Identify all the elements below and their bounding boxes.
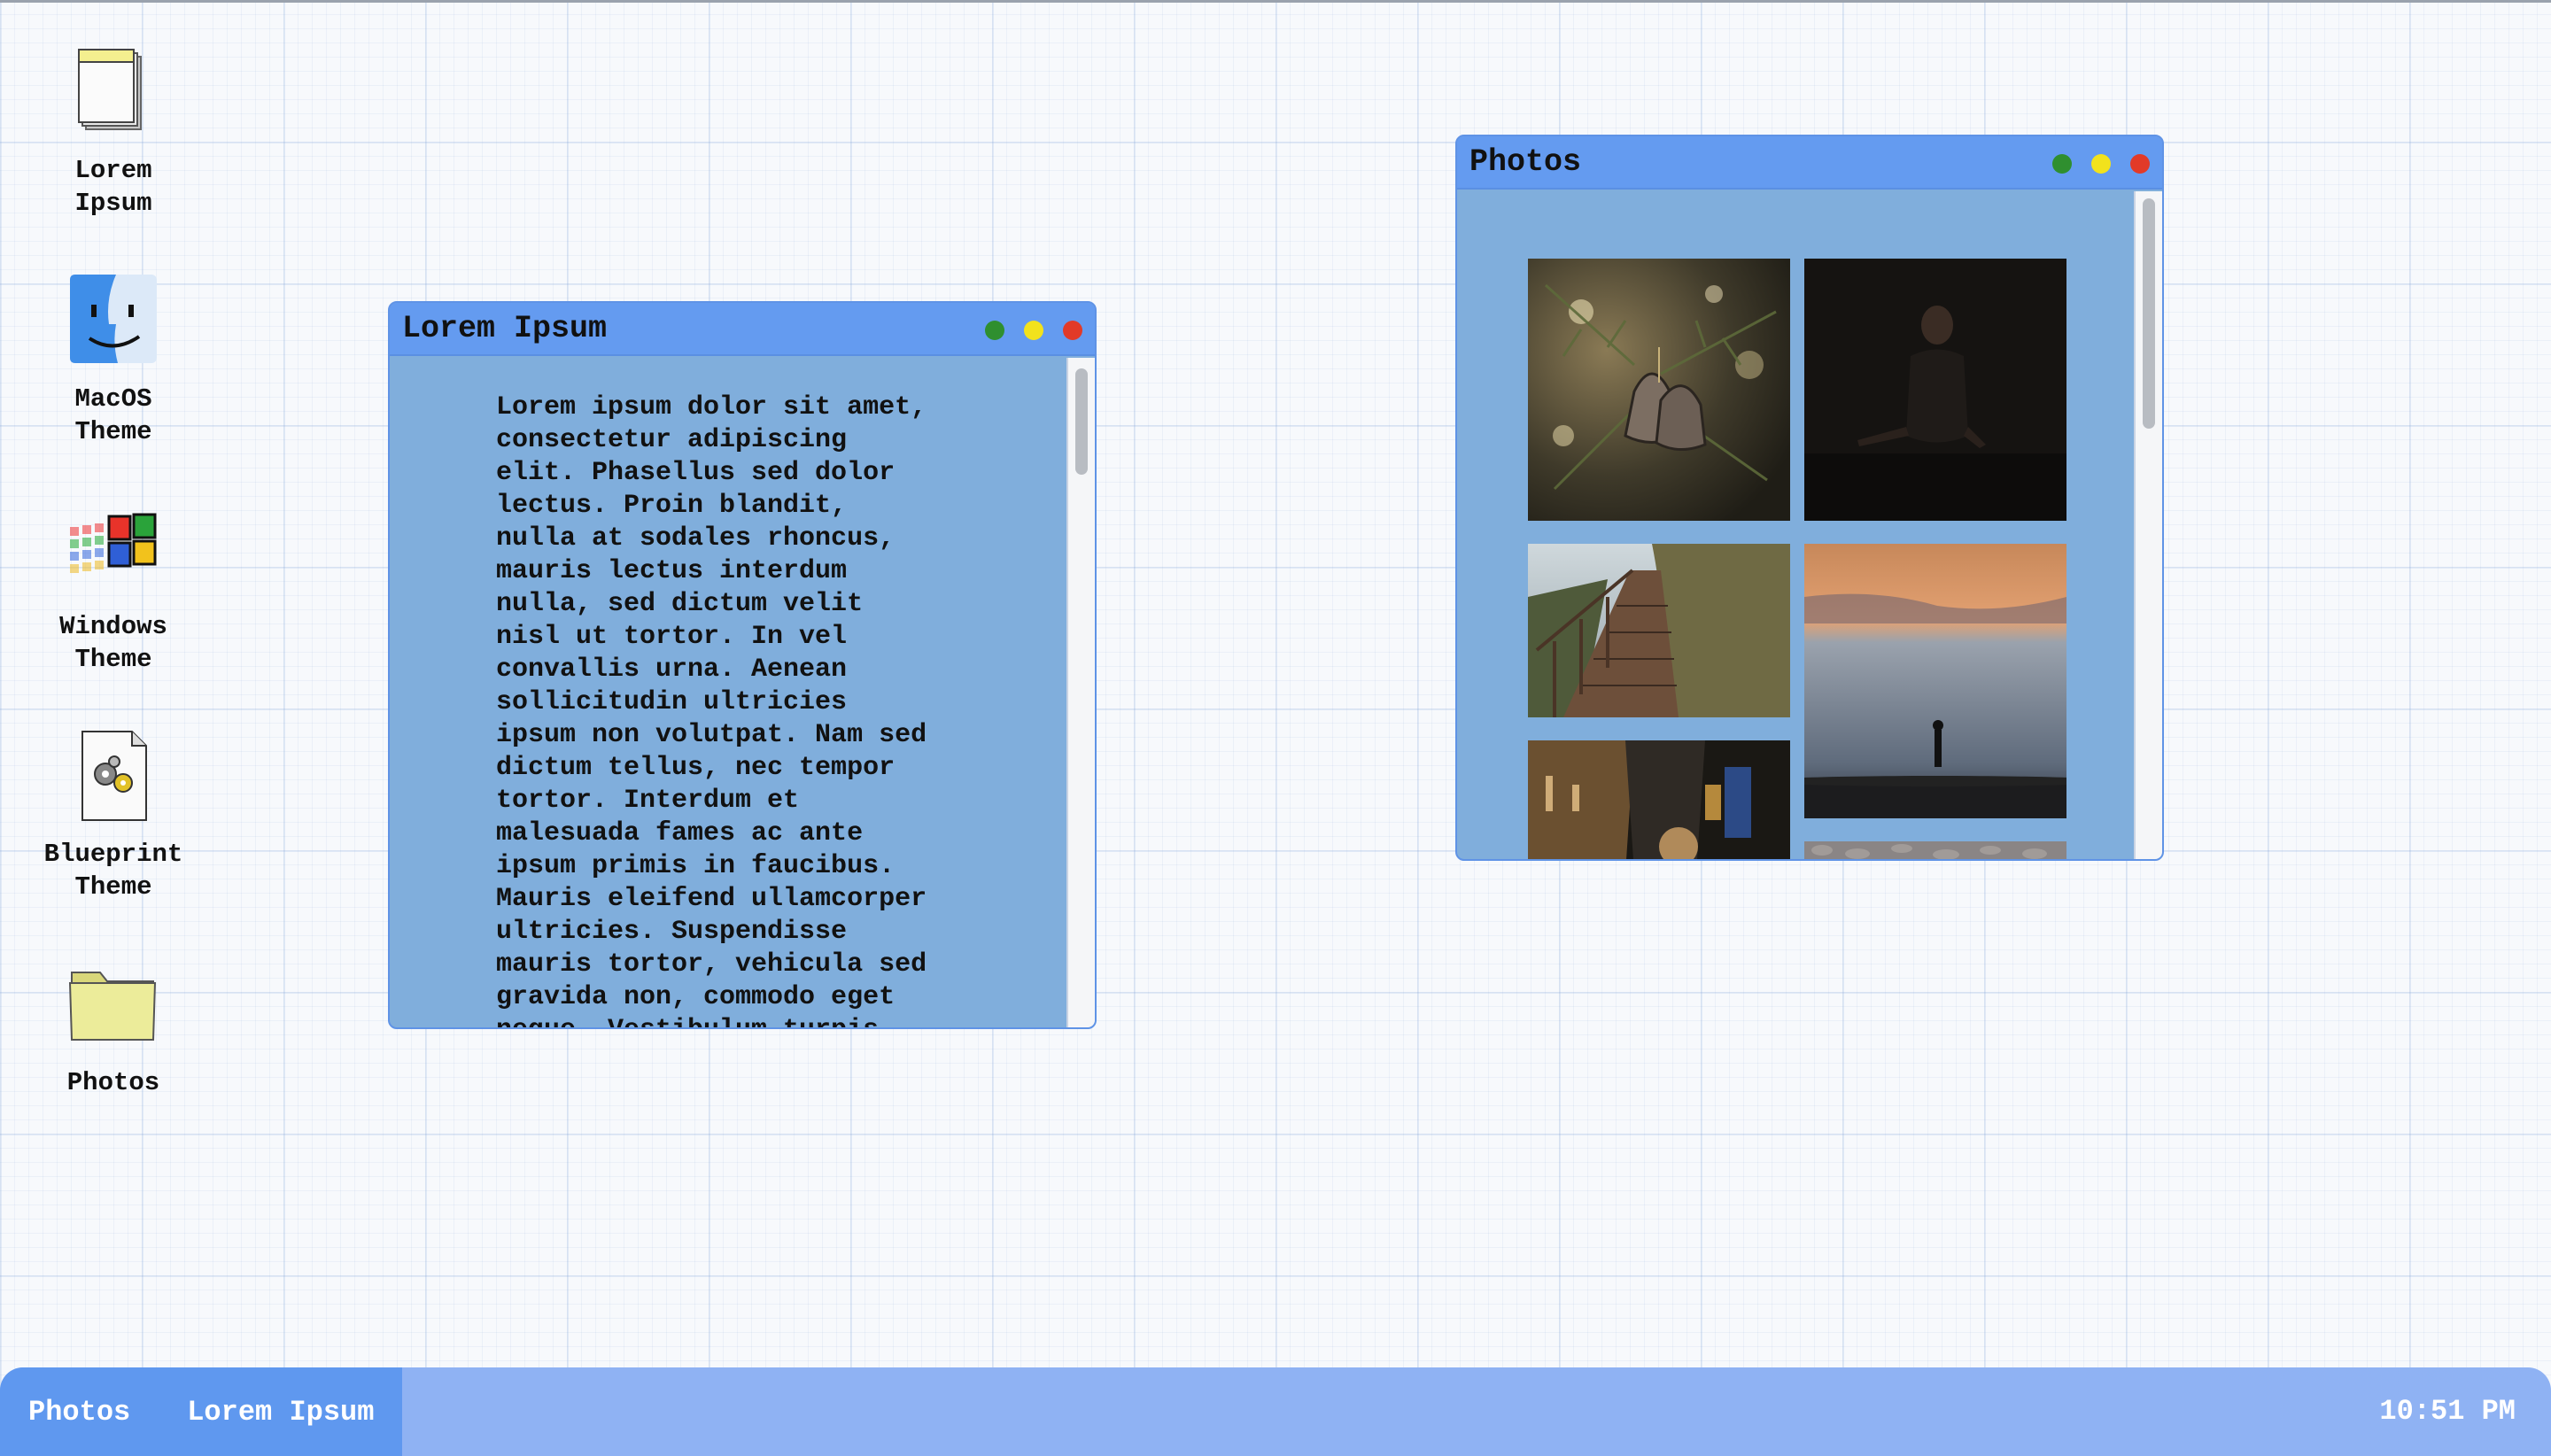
taskbar-clock: 10:51 PM <box>2379 1395 2516 1428</box>
photo-pine-bell-ornament[interactable] <box>1528 259 1790 521</box>
desktop-icon-label: Blueprint Theme <box>43 840 183 902</box>
photo-boardwalk-path[interactable] <box>1528 544 1790 717</box>
maximize-button[interactable] <box>985 321 1004 340</box>
photos-window[interactable]: Photos <box>1455 135 2164 861</box>
lorem-ipsum-window[interactable]: Lorem Ipsum Lorem ipsum dolor sit amet, … <box>388 301 1097 1029</box>
taskbar-item-lorem-ipsum[interactable]: Lorem Ipsum <box>187 1396 374 1429</box>
notepad-icon <box>65 44 162 142</box>
folder-icon <box>65 956 162 1054</box>
desktop-icon-label: Lorem Ipsum <box>74 156 152 218</box>
photo-sunset-beach[interactable] <box>1804 544 2066 818</box>
window-titlebar[interactable]: Lorem Ipsum <box>390 303 1095 356</box>
desktop-icon-label: MacOS Theme <box>74 384 152 446</box>
desktop-icon-label: Windows Theme <box>59 612 167 674</box>
window-controls <box>985 321 1082 340</box>
photo-dark-portrait[interactable] <box>1804 259 2066 521</box>
desktop-icon-photos[interactable]: Photos <box>27 956 200 1099</box>
window-titlebar[interactable]: Photos <box>1457 136 2162 190</box>
desktop-icon-windows-theme[interactable]: Windows Theme <box>27 500 200 676</box>
windows-flag-icon <box>65 500 162 598</box>
window-title: Lorem Ipsum <box>402 311 608 346</box>
desktop-icon-lorem-ipsum[interactable]: Lorem Ipsum <box>27 44 200 220</box>
close-button[interactable] <box>1063 321 1082 340</box>
taskbar: Photos Lorem Ipsum 10:51 PM <box>0 1367 2551 1456</box>
screen-top-edge <box>0 0 2551 3</box>
maximize-button[interactable] <box>2052 154 2072 174</box>
desktop-icon-label: Photos <box>66 1068 160 1097</box>
vertical-scrollbar[interactable] <box>1066 358 1095 1027</box>
settings-file-icon <box>65 728 162 825</box>
document-text: Lorem ipsum dolor sit amet, consectetur … <box>496 392 927 1027</box>
photo-night-street[interactable] <box>1528 740 1790 859</box>
close-button[interactable] <box>2130 154 2150 174</box>
finder-face-icon <box>65 273 162 370</box>
desktop-icon-macos-theme[interactable]: MacOS Theme <box>27 273 200 448</box>
scrollbar-thumb[interactable] <box>2143 198 2155 429</box>
taskbar-open-apps: Photos Lorem Ipsum <box>0 1367 402 1456</box>
minimize-button[interactable] <box>2091 154 2111 174</box>
window-controls <box>2052 154 2150 174</box>
window-title: Photos <box>1469 144 1582 180</box>
photo-pebbles[interactable] <box>1804 841 2066 859</box>
taskbar-item-photos[interactable]: Photos <box>28 1396 130 1429</box>
scrollbar-thumb[interactable] <box>1075 368 1088 475</box>
vertical-scrollbar[interactable] <box>2134 191 2162 859</box>
desktop-icon-blueprint-theme[interactable]: Blueprint Theme <box>27 728 200 903</box>
minimize-button[interactable] <box>1024 321 1043 340</box>
